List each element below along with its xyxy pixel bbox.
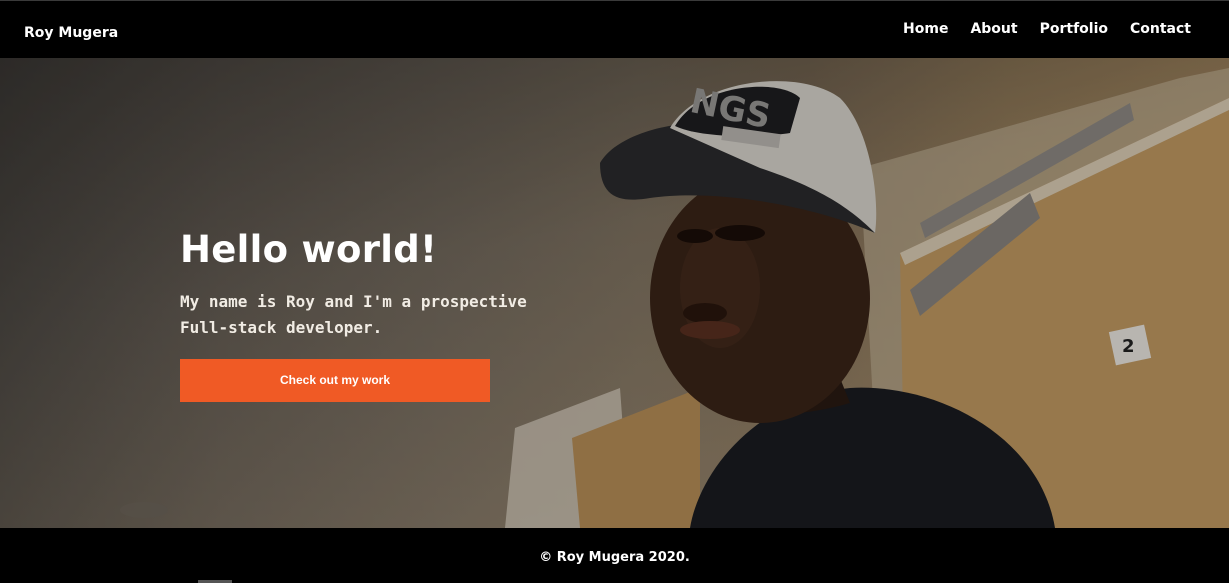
nav-link-portfolio[interactable]: Portfolio — [1040, 21, 1108, 37]
hero-title: Hello world! — [180, 228, 438, 271]
navbar: Roy Mugera Home About Portfolio Contact — [0, 0, 1229, 58]
nav-link-about[interactable]: About — [970, 21, 1017, 37]
nav-link-contact[interactable]: Contact — [1130, 21, 1191, 37]
nav-links: Home About Portfolio Contact — [881, 21, 1191, 37]
footer-copyright: © Roy Mugera 2020. — [539, 550, 690, 565]
nav-link-home[interactable]: Home — [903, 21, 948, 37]
hero-content: Hello world! My name is Roy and I'm a pr… — [180, 228, 600, 402]
check-out-work-button[interactable]: Check out my work — [180, 358, 490, 402]
hero-subtitle: My name is Roy and I'm a prospective Ful… — [180, 291, 527, 337]
footer: © Roy Mugera 2020. — [0, 528, 1229, 583]
hero-section: 2 NGS Hello world! My name is Roy and I'… — [0, 58, 1229, 528]
brand-link[interactable]: Roy Mugera — [24, 25, 118, 41]
